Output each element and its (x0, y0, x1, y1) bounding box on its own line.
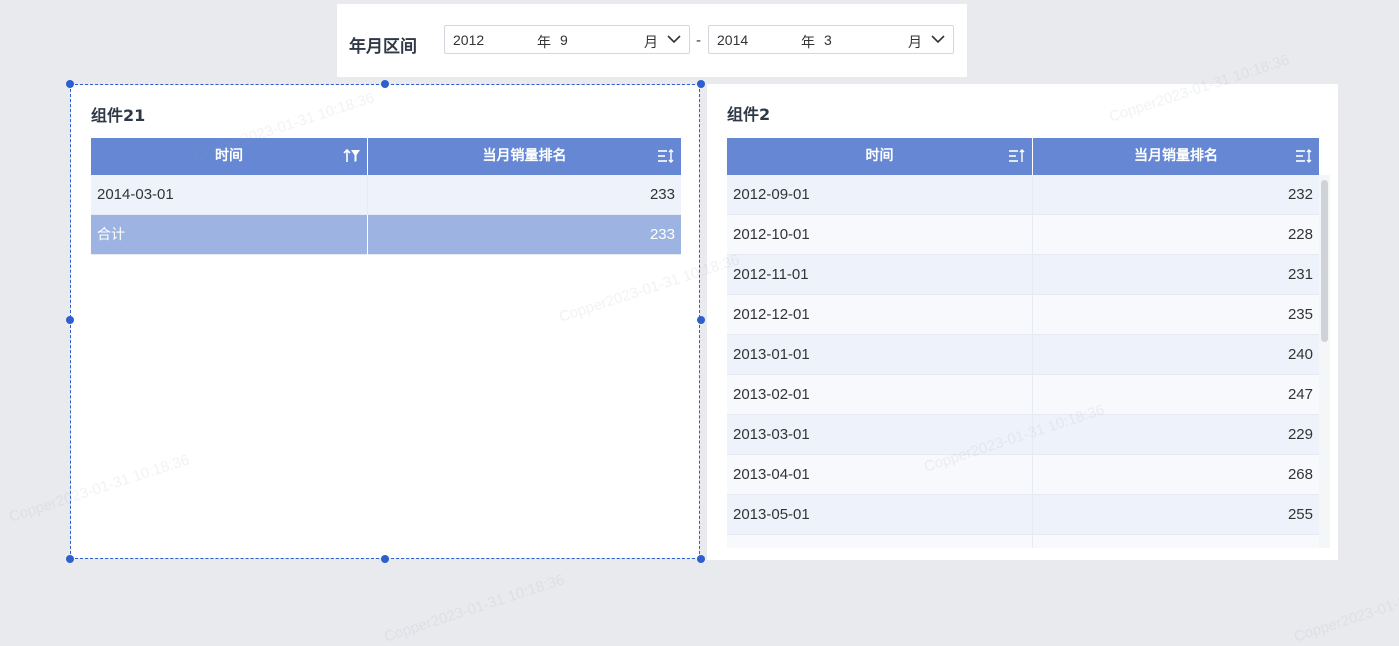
table-row[interactable]: 2012-10-01 228 (727, 215, 1319, 255)
total-label: 合计 (97, 227, 125, 243)
cell-value: 232 (1032, 175, 1319, 215)
column-header-sales-rank[interactable]: 当月销量排名 (367, 138, 681, 175)
cell-value: 268 (1032, 455, 1319, 495)
column-header-sales-rank[interactable]: 当月销量排名 (1032, 138, 1319, 175)
sort-icon[interactable] (657, 148, 675, 164)
watermark: Copper2023-01-31 10:18:36 (381, 571, 567, 646)
end-month-unit: 月 (908, 35, 922, 51)
table-header: 时间 当月销量排名 (91, 138, 681, 175)
cell-value: 233 (367, 175, 681, 215)
date-range-filter: 年月区间 2012 年 9 月 - 2014 年 3 月 (337, 4, 967, 77)
table-row[interactable]: 2014-03-01 233 (91, 175, 681, 215)
start-month-value: 9 (560, 32, 568, 48)
cell-value: 229 (1032, 415, 1319, 455)
table-row[interactable]: 2013-03-01 229 (727, 415, 1319, 455)
table-row[interactable] (727, 535, 1319, 548)
resize-handle-right[interactable] (697, 316, 705, 324)
watermark: Copper2023-01-31 10:18:36 (1291, 571, 1399, 646)
cell-date: 2012-09-01 (733, 186, 810, 203)
sort-filter-icon[interactable] (343, 148, 361, 164)
table-row[interactable]: 2012-09-01 232 (727, 175, 1319, 215)
cell-date: 2012-11-01 (733, 266, 809, 283)
start-month-unit: 月 (644, 35, 658, 51)
resize-handle-top[interactable] (381, 80, 389, 88)
table-row[interactable]: 2013-05-01 255 (727, 495, 1319, 535)
resize-handle-top-right[interactable] (697, 80, 705, 88)
table-row[interactable]: 2013-02-01 247 (727, 375, 1319, 415)
table-row[interactable]: 2013-01-01 240 (727, 335, 1319, 375)
start-month-picker[interactable]: 2012 年 9 月 (444, 25, 690, 54)
start-year-unit: 年 (537, 35, 551, 51)
chevron-down-icon[interactable] (930, 33, 946, 45)
table-header: 时间 当月销量排名 (727, 138, 1319, 175)
cell-date: 2013-01-01 (733, 346, 810, 363)
widget-2[interactable]: 组件2 时间 当月销量排名 2012-09-01 232 2012-10-01 … (707, 84, 1338, 560)
column-header-time[interactable]: 时间 (91, 138, 367, 175)
cell-date: 2013-02-01 (733, 386, 810, 403)
cell-value: 255 (1032, 495, 1319, 535)
sort-icon[interactable] (1008, 148, 1026, 164)
cell-value: 231 (1032, 255, 1319, 295)
filter-label: 年月区间 (349, 37, 417, 57)
chevron-down-icon[interactable] (666, 33, 682, 45)
widget-21[interactable]: 组件21 时间 当月销量排名 2014-03-01 233 合计 233 (71, 85, 699, 558)
cell-value: 247 (1032, 375, 1319, 415)
widget-title: 组件2 (727, 105, 771, 124)
resize-handle-bottom-right[interactable] (697, 555, 705, 563)
widget-title: 组件21 (91, 106, 146, 125)
cell-date: 2013-04-01 (733, 466, 810, 483)
cell-date: 2012-12-01 (733, 306, 810, 323)
cell-date: 2014-03-01 (97, 186, 174, 203)
sort-icon[interactable] (1295, 148, 1313, 164)
range-separator: - (696, 33, 702, 49)
column-header-time[interactable]: 时间 (727, 138, 1032, 175)
start-year-value: 2012 (453, 32, 485, 48)
table-row[interactable]: 2013-04-01 268 (727, 455, 1319, 495)
resize-handle-bottom-left[interactable] (66, 555, 74, 563)
end-year-unit: 年 (801, 35, 815, 51)
cell-value: 235 (1032, 295, 1319, 335)
end-month-value: 3 (824, 32, 832, 48)
end-year-value: 2014 (717, 32, 749, 48)
resize-handle-bottom[interactable] (381, 555, 389, 563)
cell-date (727, 535, 1032, 548)
end-month-picker[interactable]: 2014 年 3 月 (708, 25, 954, 54)
table-row[interactable]: 2012-12-01 235 (727, 295, 1319, 335)
cell-date: 2013-03-01 (733, 426, 810, 443)
cell-value (1032, 535, 1319, 548)
cell-date: 2012-10-01 (733, 226, 810, 243)
table-body[interactable]: 2012-09-01 232 2012-10-01 228 2012-11-01… (727, 175, 1319, 548)
resize-handle-left[interactable] (66, 316, 74, 324)
cell-value: 228 (1032, 215, 1319, 255)
sales-rank-table: 时间 当月销量排名 2012-09-01 232 2012-10-01 228 … (727, 138, 1330, 548)
resize-handle-top-left[interactable] (66, 80, 74, 88)
cell-value: 240 (1032, 335, 1319, 375)
total-row: 合计 233 (91, 215, 681, 255)
scrollbar-thumb[interactable] (1321, 180, 1328, 342)
table-row[interactable]: 2012-11-01 231 (727, 255, 1319, 295)
cell-date: 2013-05-01 (733, 506, 810, 523)
total-value: 233 (367, 215, 681, 255)
vertical-scrollbar[interactable] (1319, 175, 1330, 548)
